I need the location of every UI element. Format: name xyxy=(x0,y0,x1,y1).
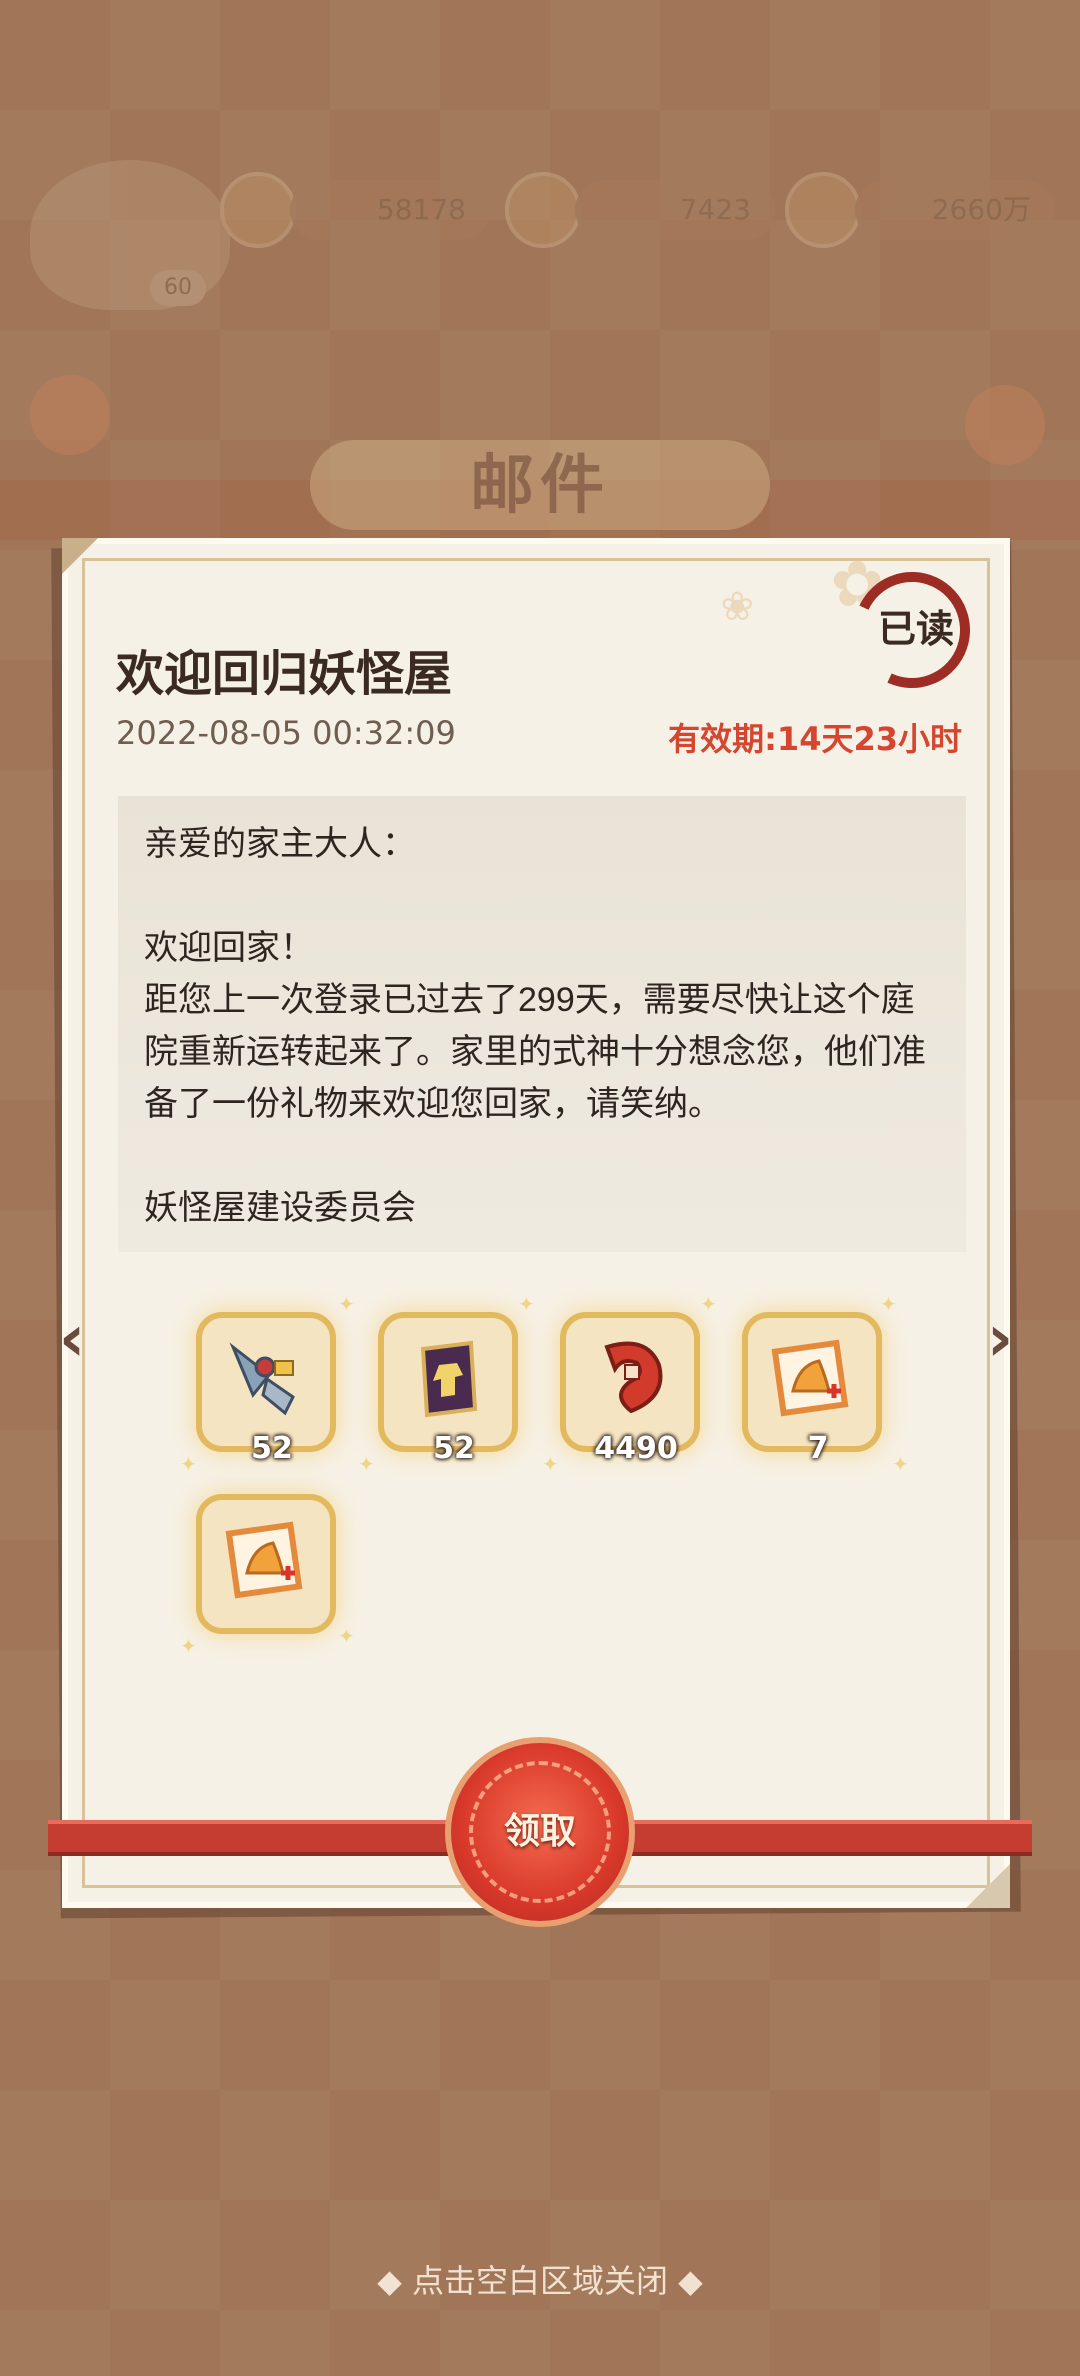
reward-item-2[interactable]: 52 xyxy=(378,1312,518,1466)
sparkle-icon: ✦ xyxy=(338,1624,355,1648)
food-voucher-icon xyxy=(766,1332,858,1424)
reward-count-2: 52 xyxy=(433,1431,475,1466)
costume-scroll-icon xyxy=(402,1332,494,1424)
sparkle-icon: ✦ xyxy=(180,1452,197,1476)
sparkle-icon: ✦ xyxy=(542,1452,559,1476)
sparkle-icon: ✦ xyxy=(892,1452,909,1476)
mail-date: 2022-08-05 00:32:09 xyxy=(116,714,456,752)
reward-count-4: 7 xyxy=(807,1431,829,1466)
food-voucher-icon xyxy=(220,1514,312,1606)
mail-body-box: 亲爱的家主大人： 欢迎回家！ 距您上一次登录已过去了299天，需要尽快让这个庭院… xyxy=(118,796,966,1252)
next-page-arrow-icon[interactable]: › xyxy=(974,1304,1026,1374)
reward-item-4[interactable]: 7 xyxy=(742,1312,882,1466)
sakura-petal-icon: ❀ xyxy=(720,584,754,630)
reward-item-1[interactable]: 52 xyxy=(196,1312,336,1466)
claim-button-label: 领取 xyxy=(503,1811,576,1852)
sparkle-icon: ✦ xyxy=(338,1292,355,1316)
reward-item-5[interactable] xyxy=(196,1494,336,1634)
mail-card: ✿ ❀ 已读 欢迎回归妖怪屋 2022-08-05 00:32:09 有效期:1… xyxy=(59,538,1013,1908)
reward-count-3: 4490 xyxy=(594,1431,678,1466)
mail-expiry: 有效期:14天23小时 xyxy=(668,720,962,758)
sparkle-icon: ✦ xyxy=(180,1634,197,1658)
prev-page-arrow-icon[interactable]: ‹ xyxy=(46,1304,98,1374)
sparkle-icon: ✦ xyxy=(518,1292,535,1316)
paper-fold-bottom-right xyxy=(966,1864,1010,1908)
close-hint[interactable]: ◆ 点击空白区域关闭 ◆ xyxy=(0,2256,1080,2302)
mail-title: 欢迎回归妖怪屋 xyxy=(116,646,453,702)
read-status: 已读 xyxy=(877,607,954,651)
sparkle-icon: ✦ xyxy=(358,1452,375,1476)
mail-body-text: 亲爱的家主大人： 欢迎回家！ 距您上一次登录已过去了299天，需要尽快让这个庭院… xyxy=(144,825,926,1227)
reward-count-1: 52 xyxy=(251,1431,293,1466)
bird-amulet-icon xyxy=(220,1332,312,1424)
sparkle-icon: ✦ xyxy=(700,1292,717,1316)
claim-button[interactable]: 领取 xyxy=(445,1737,635,1927)
red-token-icon xyxy=(584,1332,676,1424)
sparkle-icon: ✦ xyxy=(880,1292,897,1316)
reward-item-3[interactable]: 4490 xyxy=(560,1312,700,1466)
paper-fold-top-left xyxy=(62,538,98,574)
